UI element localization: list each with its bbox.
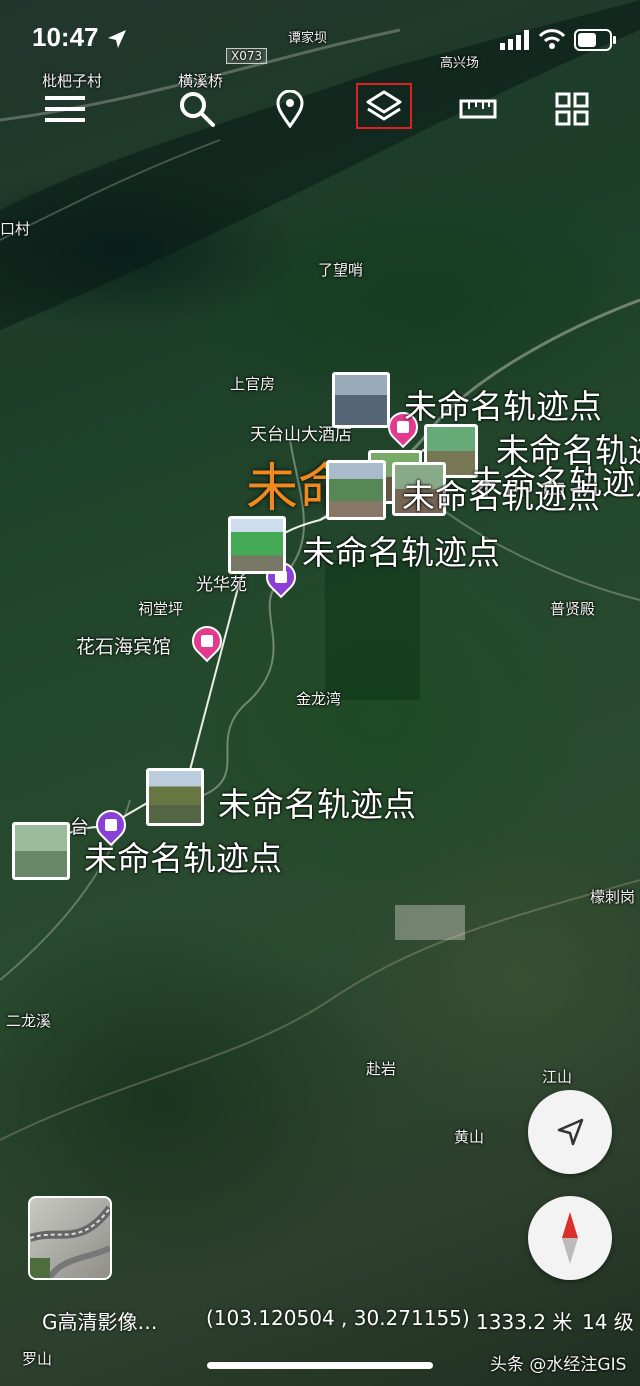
track-point-label[interactable]: 未命名轨迹点 xyxy=(402,470,600,518)
layers-button[interactable] xyxy=(356,83,412,129)
status-time: 10:47 xyxy=(32,22,99,52)
place-label: 谭家坝 xyxy=(288,31,328,46)
watermark-text: 头条 @水经注GIS xyxy=(490,1355,627,1375)
track-point-label[interactable]: 未命名轨迹点 xyxy=(218,778,416,826)
road-map-preview xyxy=(30,1205,110,1278)
grid-icon xyxy=(555,92,589,126)
search-button[interactable] xyxy=(170,84,224,134)
place-label: 罗山 xyxy=(22,1350,53,1368)
basemap-thumbnail[interactable] xyxy=(28,1196,112,1280)
zoom-readout: 14 级 xyxy=(582,1310,634,1334)
track-photo-thumb[interactable] xyxy=(332,372,390,428)
place-label: 横溪桥 xyxy=(178,72,224,90)
wifi-icon xyxy=(538,29,566,49)
place-label: 花石海宾馆 xyxy=(76,636,172,658)
place-label: 口村 xyxy=(0,220,31,238)
compass-icon xyxy=(562,1212,578,1264)
place-label: 普贤殿 xyxy=(550,600,596,618)
road-label: X073 xyxy=(226,48,268,64)
home-indicator xyxy=(207,1362,433,1369)
track-photo-thumb[interactable] xyxy=(146,768,204,826)
place-label: 黄山 xyxy=(454,1128,485,1146)
location-arrow-icon xyxy=(108,30,126,48)
grid-button[interactable] xyxy=(545,84,599,134)
place-label: 赴岩 xyxy=(366,1060,397,1078)
compass-button[interactable] xyxy=(528,1196,612,1280)
place-label: 上官房 xyxy=(230,375,276,393)
track-point-label[interactable]: 未命名轨迹点 xyxy=(84,832,282,880)
location-pin-icon xyxy=(276,90,304,128)
signal-icon xyxy=(500,30,529,50)
locate-button[interactable] xyxy=(528,1090,612,1174)
place-label: 金龙湾 xyxy=(296,690,342,708)
place-label: 高兴场 xyxy=(440,56,480,71)
place-label: 枇杷子村 xyxy=(42,72,103,90)
search-icon xyxy=(180,92,215,127)
altitude-readout: 1333.2 米 xyxy=(476,1310,573,1334)
ruler-button[interactable] xyxy=(451,84,505,134)
place-label: 江山 xyxy=(542,1068,573,1086)
battery-icon xyxy=(574,29,616,51)
track-point-label[interactable]: 未命名轨迹点 xyxy=(404,380,602,428)
track-point-label[interactable]: 未命名轨迹点 xyxy=(302,526,500,574)
place-label: 祠堂坪 xyxy=(138,600,184,618)
layer-name[interactable]: G高清影像… xyxy=(42,1306,158,1335)
track-photo-thumb[interactable] xyxy=(12,822,70,880)
track-photo-thumb[interactable] xyxy=(326,460,386,520)
place-label: 了望哨 xyxy=(318,261,364,279)
navigation-arrow-icon xyxy=(557,1118,584,1146)
satellite-map[interactable]: 10:47 X073 谭家坝 高兴场 枇杷子村 横溪桥 口村 了望哨 上官房 天… xyxy=(0,0,640,1386)
place-label: 二龙溪 xyxy=(6,1012,52,1030)
place-label: 檬刺岗 xyxy=(590,888,636,906)
layers-icon xyxy=(366,90,402,121)
track-photo-thumb[interactable] xyxy=(228,516,286,574)
location-pin-button[interactable] xyxy=(263,84,317,134)
coordinates-readout: (103.120504 , 30.271155) xyxy=(206,1306,470,1330)
menu-icon xyxy=(45,96,85,122)
menu-button[interactable] xyxy=(38,84,92,134)
ruler-icon xyxy=(459,99,497,119)
